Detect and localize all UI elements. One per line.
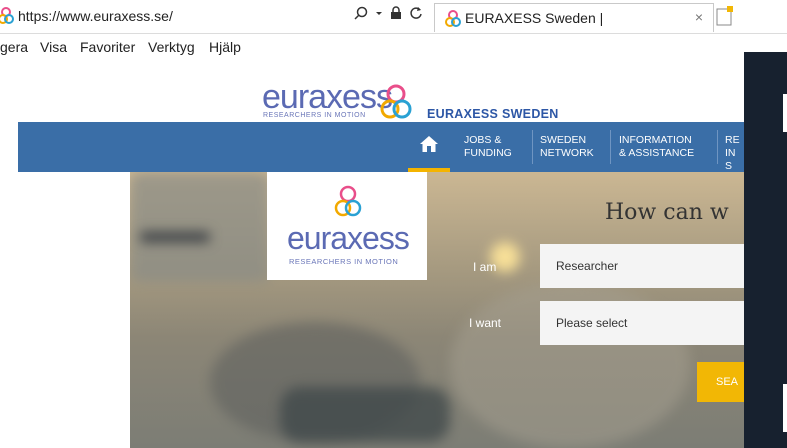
browser-tab[interactable]: EURAXESS Sweden | × [434, 3, 714, 32]
menu-item-hjalp[interactable]: Hjälp [209, 39, 241, 55]
hero-heading: How can w [605, 200, 729, 225]
menu-bar: gera Visa Favoriter Verktyg Hjälp [0, 34, 787, 60]
nav-item-jobs-funding[interactable]: JOBS & FUNDING [464, 134, 512, 160]
overlay-edge [783, 94, 787, 132]
i-want-label: I want [469, 316, 502, 330]
nav-item-sweden-network[interactable]: SWEDEN NETWORK [540, 134, 594, 160]
refresh-icon[interactable] [409, 6, 423, 23]
menu-item-visa[interactable]: Visa [40, 39, 67, 55]
overlay-panel [744, 52, 787, 448]
hero-logo-tagline: RESEARCHERS IN MOTION [289, 257, 399, 266]
site-name[interactable]: EURAXESS SWEDEN [427, 107, 559, 121]
hero-bg-boat [280, 387, 450, 442]
search-icon[interactable] [354, 6, 368, 23]
nav-divider [717, 130, 718, 164]
i-am-label: I am [473, 260, 497, 274]
nav-item-research-in-sweden[interactable]: RE IN S [725, 134, 744, 173]
menu-item-verktyg[interactable]: Verktyg [148, 39, 195, 55]
overlay-edge [783, 384, 787, 432]
hero-bg-boat [140, 232, 210, 242]
euraxess-favicon-icon [0, 7, 14, 24]
hero-logo-wordmark: euraxess [287, 220, 410, 256]
nav-item-information-assistance[interactable]: INFORMATION & ASSISTANCE [619, 134, 694, 160]
logo-tagline: RESEARCHERS IN MOTION [263, 112, 366, 119]
new-tab-icon[interactable] [716, 6, 734, 26]
nav-divider [532, 130, 533, 164]
hero-banner: euraxess RESEARCHERS IN MOTION How can w… [130, 172, 744, 448]
dropdown-arrow-icon[interactable] [375, 6, 383, 23]
home-icon [420, 136, 438, 152]
site-logo[interactable]: euraxess RESEARCHERS IN MOTION [262, 78, 414, 124]
menu-item-favoriter[interactable]: Favoriter [80, 39, 135, 55]
nav-home[interactable] [408, 122, 450, 172]
menu-item-redigera[interactable]: gera [0, 39, 28, 55]
hero-logo: euraxess RESEARCHERS IN MOTION [267, 172, 427, 280]
nav-divider [610, 130, 611, 164]
main-nav: JOBS & FUNDING SWEDEN NETWORK INFORMATIO… [18, 122, 744, 172]
euraxess-favicon-icon [445, 10, 461, 27]
logo-wordmark: euraxess [262, 78, 393, 116]
lock-icon[interactable] [390, 6, 402, 23]
euraxess-logo-icon [380, 84, 412, 119]
i-want-select[interactable]: Please select [540, 301, 744, 345]
euraxess-logo-icon [334, 185, 362, 217]
search-button[interactable]: SEA [697, 362, 744, 402]
i-am-select[interactable]: Researcher [540, 244, 744, 288]
hero-bg-city [130, 172, 270, 282]
url-field[interactable]: https://www.euraxess.se/ [18, 8, 173, 24]
address-bar: https://www.euraxess.se/ EURAXESS Sweden… [0, 0, 787, 34]
close-icon[interactable]: × [695, 9, 703, 25]
tab-title: EURAXESS Sweden | [465, 10, 604, 26]
